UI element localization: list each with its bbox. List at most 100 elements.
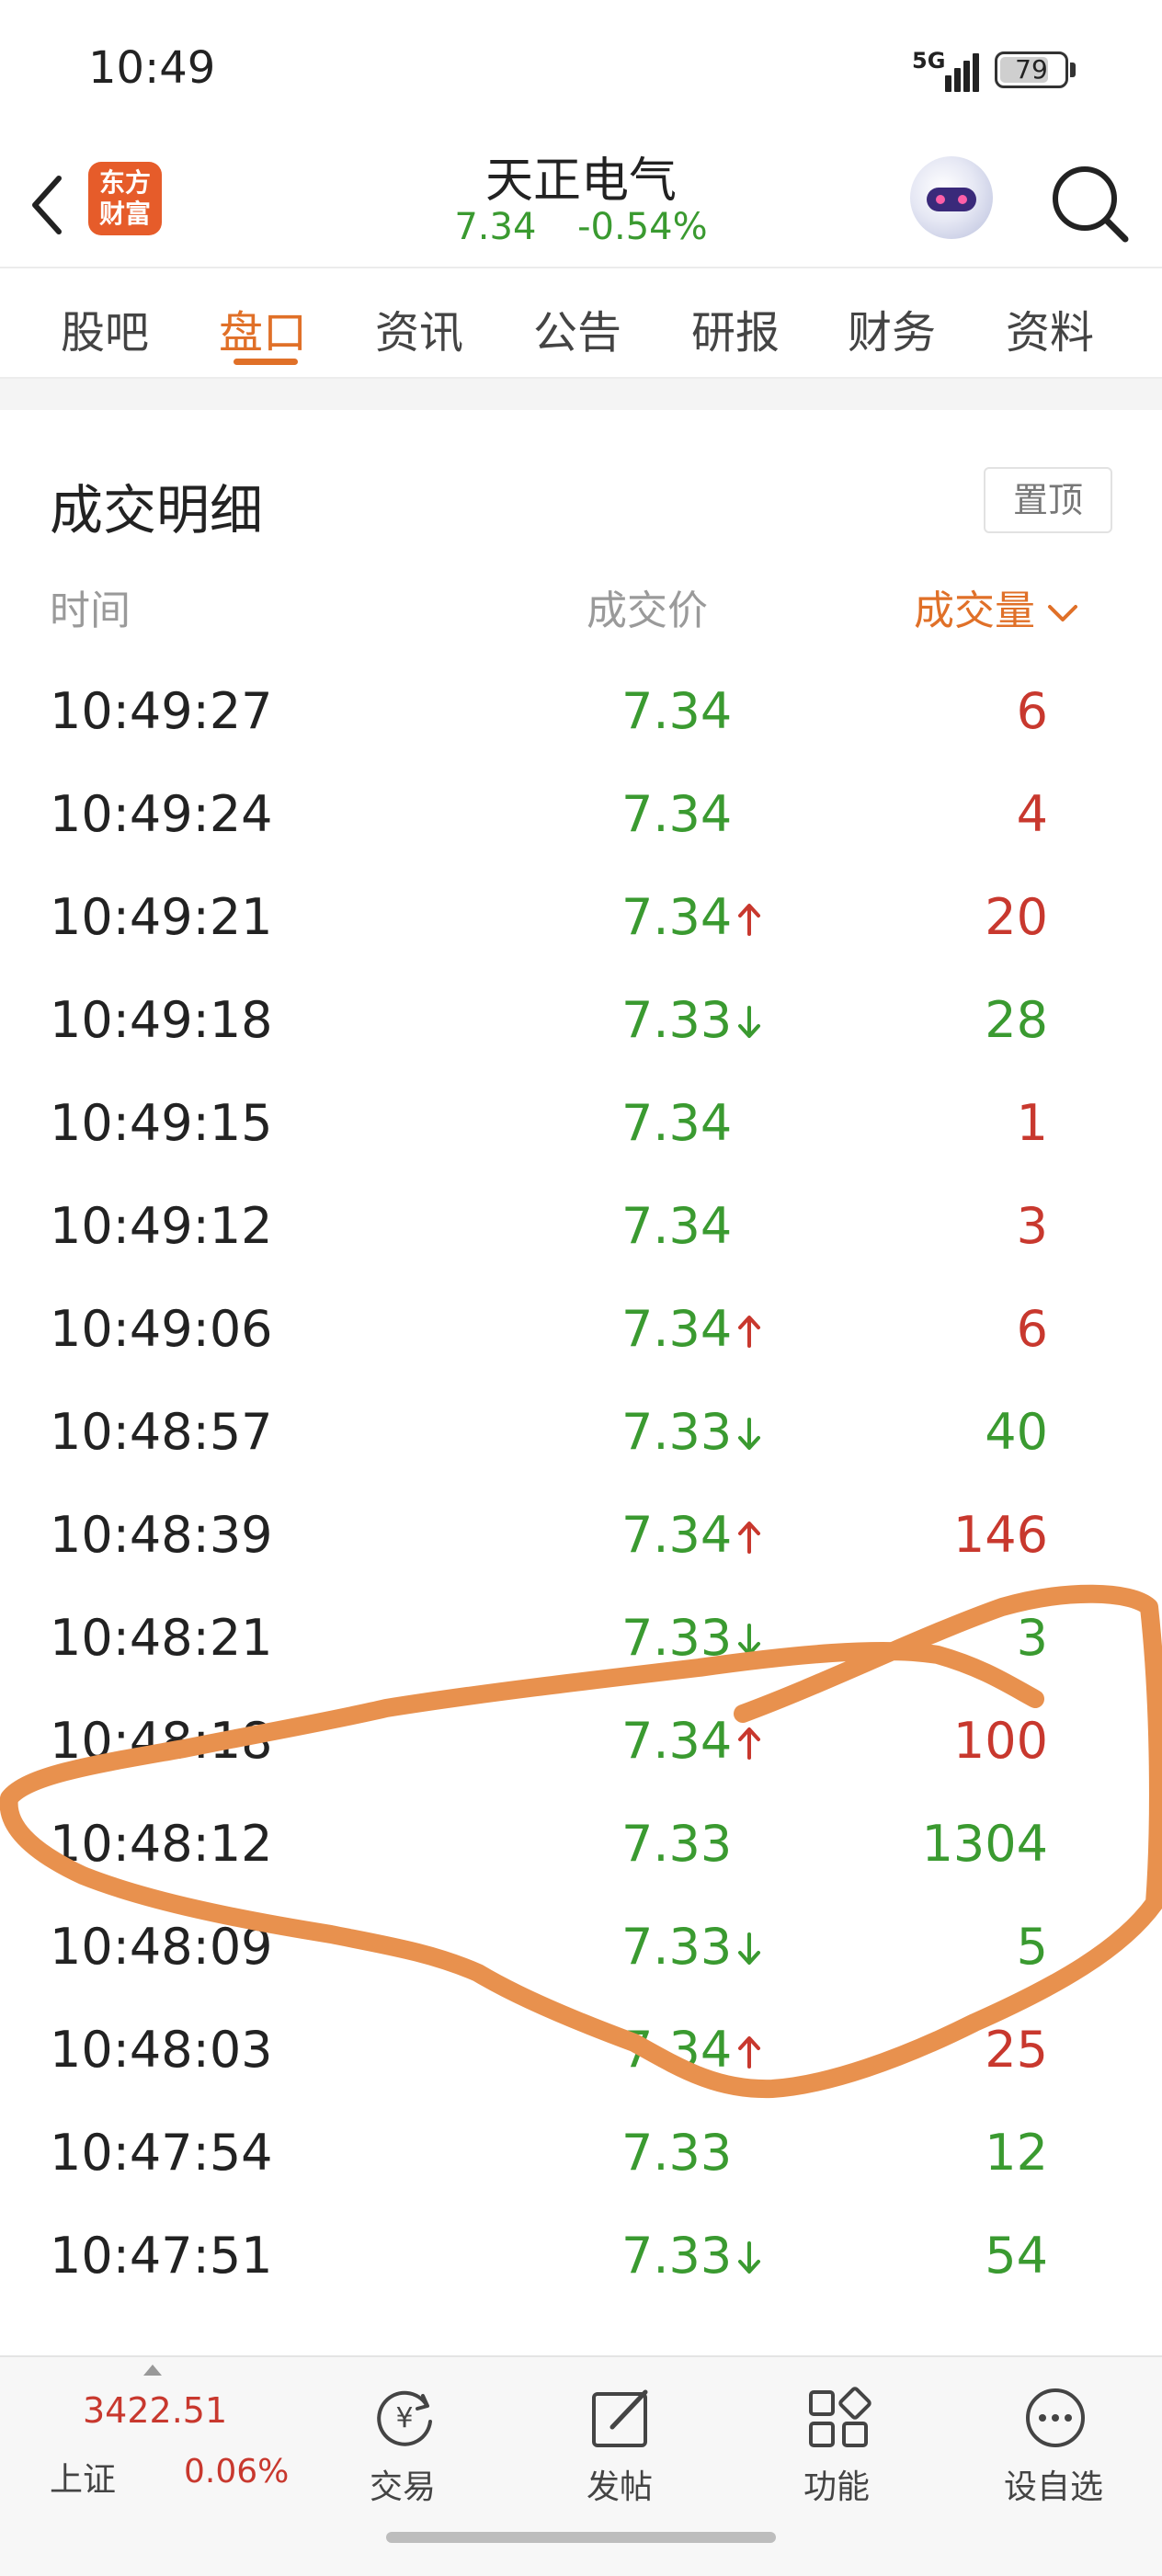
trade-volume: 100 [952, 1712, 1048, 1770]
tab-research[interactable]: 研报 [691, 296, 780, 360]
trade-volume: 146 [952, 1506, 1048, 1564]
arrow-down-icon [738, 1006, 760, 1038]
column-header-volume[interactable]: 成交量 [914, 577, 1079, 636]
trade-time: 10:48:12 [50, 1815, 273, 1873]
trade-details-title: 成交明细 [50, 479, 264, 541]
robot-avatar-icon[interactable] [910, 156, 993, 239]
trade-time: 10:49:24 [50, 785, 273, 843]
trade-time: 10:49:27 [50, 682, 273, 740]
trade-row: 10:48:57 7.33 40 [0, 1392, 1162, 1495]
trade-icon: ¥ [377, 2390, 432, 2446]
trade-price: 7.34 [621, 1712, 733, 1770]
trade-price: 7.34 [621, 888, 733, 946]
trade-price: 7.33 [621, 1609, 733, 1667]
arrow-down-icon [738, 1418, 760, 1450]
svg-text:¥: ¥ [395, 2402, 413, 2434]
trade-time: 10:47:54 [50, 2124, 273, 2182]
trade-time: 10:49:12 [50, 1197, 273, 1255]
stock-header: 东方 财富 天正电气 7.34 -0.54% [0, 138, 1162, 268]
more-icon [1026, 2388, 1085, 2447]
trade-row: 10:47:54 7.33 12 [0, 2113, 1162, 2216]
trade-volume: 1304 [921, 1815, 1048, 1873]
arrow-up-icon [738, 1522, 760, 1554]
trade-price: 7.34 [621, 1094, 733, 1152]
trade-volume: 3 [1016, 1609, 1048, 1667]
column-header-volume-label: 成交量 [914, 587, 1035, 634]
trade-row: 10:48:18 7.34 100 [0, 1701, 1162, 1804]
trade-price: 7.34 [621, 1197, 733, 1255]
tab-finance[interactable]: 财务 [848, 296, 936, 360]
bottom-nav-bar: 3422.51 上证 0.06% ¥ 交易 发帖 功能 设自选 [0, 2355, 1162, 2576]
trade-price: 7.33 [621, 1918, 733, 1976]
nav-trade-label: 交易 [369, 2468, 436, 2506]
caret-up-icon [143, 2365, 162, 2376]
trade-price: 7.34 [621, 785, 733, 843]
trade-price: 7.33 [621, 1403, 733, 1461]
trade-price: 7.33 [621, 2124, 733, 2182]
trade-time: 10:49:21 [50, 888, 273, 946]
status-time: 10:49 [88, 42, 216, 94]
trade-time: 10:49:15 [50, 1094, 273, 1152]
trade-row: 10:47:51 7.33 54 [0, 2216, 1162, 2319]
trade-volume: 20 [985, 888, 1048, 946]
section-divider [0, 379, 1162, 410]
trade-row: 10:49:18 7.33 28 [0, 980, 1162, 1083]
trade-row: 10:49:21 7.34 20 [0, 877, 1162, 980]
trade-list[interactable]: 10:49:27 7.34 6 10:49:24 7.34 4 10:49:21 7.34 20… [0, 671, 1162, 2319]
trade-row: 10:49:12 7.34 3 [0, 1186, 1162, 1289]
trade-volume: 25 [985, 2021, 1048, 2079]
trade-time: 10:48:09 [50, 1918, 273, 1976]
stock-price: 7.34 [454, 206, 537, 248]
trade-volume: 5 [1016, 1918, 1048, 1976]
trade-price: 7.33 [621, 2227, 733, 2285]
trade-row: 10:49:24 7.34 4 [0, 774, 1162, 877]
sse-index-name[interactable]: 上证 [50, 2453, 116, 2501]
trade-price: 7.34 [621, 1506, 733, 1564]
pin-to-top-button[interactable]: 置顶 [984, 467, 1112, 533]
arrow-down-icon [738, 2241, 760, 2274]
trade-price: 7.33 [621, 991, 733, 1049]
sse-index-change[interactable]: 0.06% [184, 2453, 289, 2491]
trade-volume: 4 [1016, 785, 1048, 843]
trade-volume: 54 [985, 2227, 1048, 2285]
trade-volume: 3 [1016, 1197, 1048, 1255]
trade-row: 10:48:03 7.34 25 [0, 2010, 1162, 2113]
search-icon[interactable] [1048, 156, 1131, 248]
nav-trade-button[interactable]: ¥ 交易 [311, 2357, 495, 2541]
stock-change: -0.54% [577, 206, 708, 248]
column-header-time: 时间 [50, 587, 131, 634]
arrow-down-icon [738, 1624, 760, 1656]
trade-time: 10:47:51 [50, 2227, 273, 2285]
trade-row: 10:48:21 7.33 3 [0, 1598, 1162, 1701]
trade-time: 10:48:57 [50, 1403, 273, 1461]
trade-price: 7.34 [621, 682, 733, 740]
tab-pankou[interactable]: 盘口 [219, 296, 307, 360]
nav-post-button[interactable]: 发帖 [528, 2357, 712, 2541]
trade-row: 10:49:06 7.34 6 [0, 1289, 1162, 1392]
nav-add-watchlist-button[interactable]: 设自选 [962, 2357, 1145, 2541]
arrow-up-icon [738, 1727, 760, 1760]
trade-time: 10:49:06 [50, 1300, 273, 1358]
tab-guba[interactable]: 股吧 [61, 296, 149, 360]
tab-profile[interactable]: 资料 [1006, 296, 1094, 360]
trade-price: 7.34 [621, 2021, 733, 2079]
trade-row: 10:49:15 7.34 1 [0, 1083, 1162, 1186]
trade-price: 7.34 [621, 1300, 733, 1358]
tab-news[interactable]: 资讯 [375, 296, 463, 360]
arrow-down-icon [738, 1932, 760, 1965]
trade-volume: 6 [1016, 682, 1048, 740]
trade-row: 10:48:39 7.34 146 [0, 1495, 1162, 1598]
arrow-up-icon [738, 904, 760, 936]
trade-row: 10:48:12 7.33 1304 [0, 1804, 1162, 1907]
signal-icon [941, 50, 982, 92]
trade-volume: 28 [985, 991, 1048, 1049]
battery-tip [1070, 63, 1076, 77]
battery-icon: 79 [995, 51, 1068, 88]
sse-index-value[interactable]: 3422.51 [83, 2390, 227, 2431]
nav-features-button[interactable]: 功能 [745, 2357, 928, 2541]
tab-announcements[interactable]: 公告 [533, 296, 621, 360]
trade-time: 10:48:39 [50, 1506, 273, 1564]
trade-row: 10:48:09 7.33 5 [0, 1907, 1162, 2010]
home-indicator[interactable] [386, 2532, 776, 2543]
trade-volume: 12 [985, 2124, 1048, 2182]
